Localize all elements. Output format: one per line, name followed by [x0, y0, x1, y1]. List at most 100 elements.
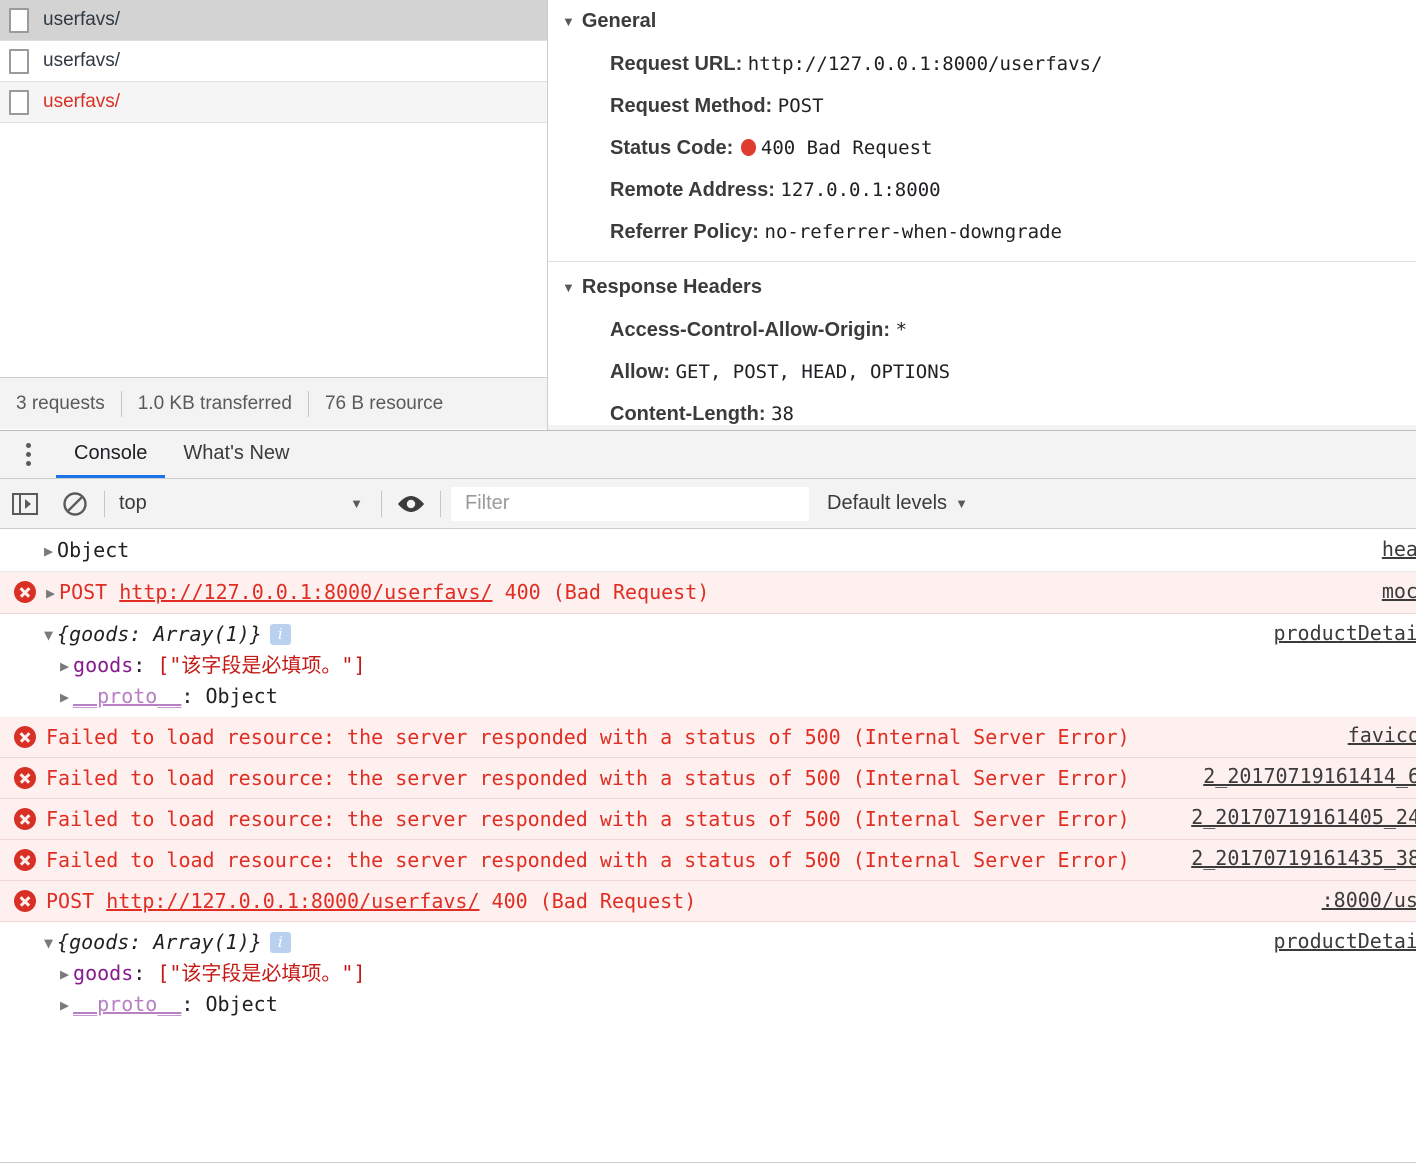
console-message[interactable]: Failed to load resource: the server resp… — [0, 840, 1416, 881]
info-icon[interactable]: i — [269, 932, 291, 953]
tab-console[interactable]: Console — [56, 431, 166, 478]
log-levels-value: Default levels — [827, 492, 948, 514]
toolbar-divider — [440, 490, 441, 517]
network-row-name: userfavs/ — [43, 50, 121, 71]
expand-triangle-icon[interactable]: ▶ — [60, 682, 69, 712]
console-message[interactable]: ▼ {goods: Array(1)} i productDetail ▶ goods… — [0, 922, 1416, 1025]
request-method-value: POST — [777, 95, 824, 117]
request-detail-panel: ▼ General Request URL: http://127.0.0.1:… — [548, 0, 1416, 430]
section-divider — [548, 261, 1416, 262]
expand-triangle-icon[interactable]: ▶ — [60, 651, 69, 681]
network-row[interactable]: userfavs/ — [0, 82, 547, 123]
console-message[interactable]: Failed to load resource: the server resp… — [0, 717, 1416, 758]
execution-context-select[interactable]: top ▼ — [109, 492, 377, 515]
general-section-title: General — [581, 10, 657, 32]
request-url-key: Request URL: — [610, 53, 743, 75]
console-object-property[interactable]: ▶ goods: ["该字段是必填项。"] — [0, 958, 1416, 989]
log-levels-select[interactable]: Default levels ▼ — [827, 492, 968, 515]
acao-value: * — [895, 319, 908, 341]
error-icon — [14, 581, 36, 603]
network-row[interactable]: userfavs/ — [0, 0, 547, 41]
status-code-key: Status Code: — [610, 137, 734, 159]
console-object-property[interactable]: ▶ __proto__: Object — [0, 989, 1416, 1020]
network-request-list: userfavs/ userfavs/ userfavs/ 3 requests… — [0, 0, 548, 430]
console-message[interactable]: ▶ POST http://127.0.0.1:8000/userfavs/ 40… — [0, 572, 1416, 614]
console-source-link[interactable]: 2_20170719161435_38 — [1191, 846, 1416, 870]
property-value: Object — [205, 684, 278, 708]
transferred-size: 1.0 KB transferred — [137, 392, 292, 414]
collapse-triangle-icon[interactable]: ▼ — [44, 928, 53, 958]
allow-header-row: Allow: GET, POST, HEAD, OPTIONS — [562, 351, 1416, 393]
console-message[interactable]: ▶Object head — [0, 530, 1416, 572]
console-source-link[interactable]: productDetail — [1273, 621, 1416, 645]
console-source-link[interactable]: mock — [1382, 579, 1416, 603]
console-source-link[interactable]: 2_20170719161405_24 — [1191, 805, 1416, 829]
expand-triangle-icon[interactable]: ▶ — [60, 990, 69, 1020]
referrer-policy-key: Referrer Policy: — [610, 221, 759, 243]
console-object-summary: {goods: Array(1)} — [57, 622, 262, 646]
live-expression-icon[interactable] — [386, 494, 436, 514]
console-object-property[interactable]: ▶ __proto__: Object — [0, 681, 1416, 712]
chevron-down-icon: ▼ — [955, 496, 968, 511]
console-request-method: POST — [46, 889, 95, 913]
console-message[interactable]: ▼ {goods: Array(1)} i productDetail ▶ goods… — [0, 614, 1416, 717]
acao-header-row: Access-Control-Allow-Origin: * — [562, 309, 1416, 351]
tab-whats-new-label: What's New — [183, 441, 290, 464]
tab-whats-new[interactable]: What's New — [165, 431, 307, 478]
expand-triangle-icon[interactable]: ▶ — [46, 578, 55, 608]
console-source-link[interactable]: productDetail — [1273, 929, 1416, 953]
console-request-url[interactable]: http://127.0.0.1:8000/userfavs/ — [119, 580, 492, 604]
property-value: Object — [205, 992, 278, 1016]
property-key: __proto__ — [73, 992, 182, 1016]
console-sidebar-icon[interactable] — [0, 492, 50, 515]
property-key: goods — [73, 653, 134, 677]
status-code-value: 400 Bad Request — [760, 137, 933, 159]
request-method-row: Request Method: POST — [562, 85, 1416, 127]
console-source-link[interactable]: 2_20170719161414_6 — [1203, 764, 1416, 788]
response-headers-section-header[interactable]: ▼ Response Headers — [562, 266, 1416, 309]
clear-console-icon[interactable] — [50, 491, 100, 517]
filter-input[interactable]: Filter — [451, 486, 809, 521]
console-bottom-border — [0, 1162, 1416, 1166]
remote-address-value: 127.0.0.1:8000 — [780, 179, 941, 201]
console-message[interactable]: Failed to load resource: the server resp… — [0, 799, 1416, 840]
document-icon — [9, 48, 29, 74]
collapse-triangle-icon[interactable]: ▼ — [44, 620, 53, 650]
property-value: ["该字段是必填项。"] — [157, 653, 366, 677]
console-object-property[interactable]: ▶ goods: ["该字段是必填项。"] — [0, 650, 1416, 681]
expand-triangle-icon[interactable]: ▶ — [44, 536, 53, 566]
request-method-key: Request Method: — [610, 95, 773, 117]
expand-triangle-icon[interactable]: ▶ — [60, 959, 69, 989]
console-request-status: 400 (Bad Request) — [491, 889, 697, 913]
general-section-header[interactable]: ▼ General — [562, 0, 1416, 43]
network-row[interactable]: userfavs/ — [0, 41, 547, 82]
console-message-list[interactable]: ▶Object head ▶POST http://127.0.0.1:8000… — [0, 530, 1416, 1166]
error-icon — [14, 767, 36, 789]
console-request-method: POST — [59, 580, 108, 604]
remote-address-key: Remote Address: — [610, 179, 775, 201]
content-length-key: Content-Length: — [610, 403, 766, 425]
info-icon[interactable]: i — [269, 624, 291, 645]
error-icon — [14, 849, 36, 871]
console-source-link[interactable]: head — [1382, 537, 1416, 561]
console-source-link[interactable]: favico — [1348, 723, 1416, 747]
console-source-link[interactable]: :8000/use — [1322, 888, 1416, 912]
console-request-status: 400 (Bad Request) — [504, 580, 710, 604]
console-object-summary: {goods: Array(1)} — [57, 930, 262, 954]
response-headers-section-title: Response Headers — [581, 276, 762, 298]
document-icon — [9, 7, 29, 33]
referrer-policy-value: no-referrer-when-downgrade — [764, 221, 1062, 243]
console-message-text: Object — [57, 538, 130, 562]
property-key: goods — [73, 961, 134, 985]
execution-context-value: top — [119, 492, 147, 514]
console-message-text: Failed to load resource: the server resp… — [46, 848, 1130, 872]
console-message[interactable]: POST http://127.0.0.1:8000/userfavs/ 400… — [0, 881, 1416, 922]
property-value: ["该字段是必填项。"] — [157, 961, 366, 985]
console-message-text: Failed to load resource: the server resp… — [46, 807, 1130, 831]
console-request-url[interactable]: http://127.0.0.1:8000/userfavs/ — [106, 889, 479, 913]
allow-value: GET, POST, HEAD, OPTIONS — [675, 361, 951, 383]
request-count: 3 requests — [16, 392, 105, 414]
console-message[interactable]: Failed to load resource: the server resp… — [0, 758, 1416, 799]
more-options-icon[interactable] — [0, 431, 56, 478]
referrer-policy-row: Referrer Policy: no-referrer-when-downgr… — [562, 211, 1416, 253]
